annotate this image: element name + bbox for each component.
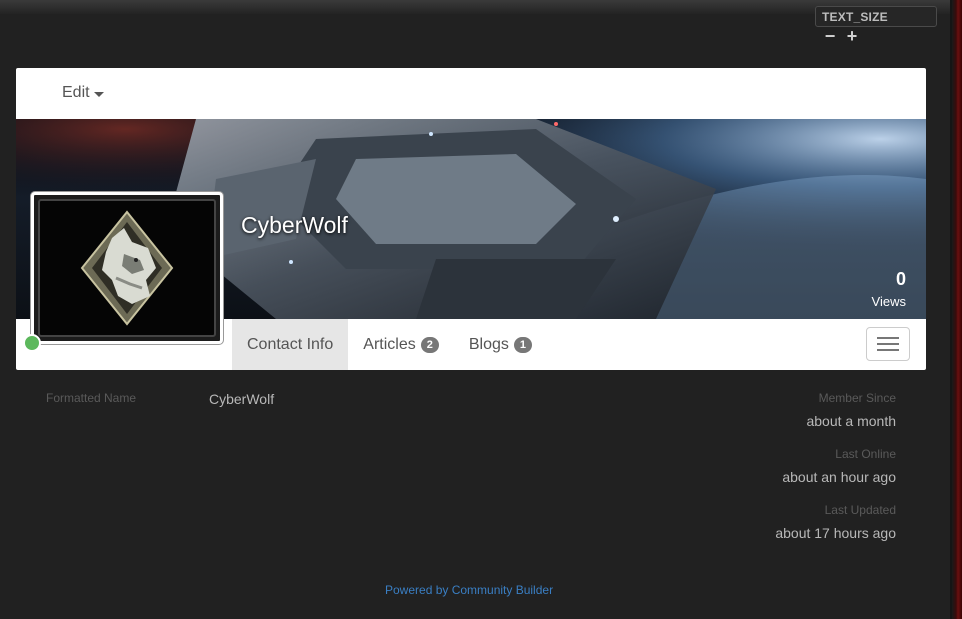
- avatar-image: [38, 199, 216, 337]
- tab-label: Blogs: [468, 335, 509, 353]
- hamburger-icon-bar: [877, 349, 899, 351]
- profile-tabs: Contact Info Articles 2 Blogs 1: [232, 319, 547, 370]
- articles-count-badge: 2: [420, 336, 439, 353]
- text-size-controls: − +: [823, 27, 859, 45]
- hamburger-icon-bar: [877, 337, 899, 339]
- views-label: Views: [871, 294, 906, 309]
- tab-label: Articles: [363, 335, 416, 353]
- decrease-text-size-button[interactable]: −: [823, 27, 837, 45]
- tab-label: Contact Info: [247, 335, 334, 353]
- formatted-name-value: CyberWolf: [209, 391, 275, 407]
- tab-articles[interactable]: Articles 2: [348, 319, 454, 370]
- powered-by-link[interactable]: Powered by Community Builder: [385, 583, 553, 597]
- right-edge-decoration: [952, 0, 962, 619]
- text-size-label: TEXT_SIZE: [815, 6, 937, 27]
- formatted-name-label: Formatted Name: [46, 391, 137, 405]
- profile-card: Edit CyberWolf 0 Views Contact Info Arti…: [16, 68, 926, 370]
- profile-username: CyberWolf: [241, 212, 348, 238]
- tab-blogs[interactable]: Blogs 1: [454, 319, 547, 370]
- member-since-label: Member Since: [818, 391, 896, 405]
- hamburger-icon-bar: [877, 343, 899, 345]
- member-since-value: about a month: [806, 413, 896, 429]
- views-count: 0: [895, 269, 906, 289]
- online-status-indicator: [23, 334, 41, 352]
- last-updated-value: about 17 hours ago: [775, 525, 896, 541]
- tab-contact-info[interactable]: Contact Info: [232, 319, 349, 370]
- avatar[interactable]: [31, 192, 223, 344]
- wolf-emblem-icon: [80, 210, 174, 326]
- edit-label: Edit: [62, 84, 90, 101]
- last-updated-label: Last Updated: [824, 503, 896, 517]
- increase-text-size-button[interactable]: +: [845, 27, 859, 45]
- last-online-label: Last Online: [835, 447, 896, 461]
- edit-dropdown-button[interactable]: Edit: [62, 84, 104, 102]
- last-online-value: about an hour ago: [782, 469, 896, 485]
- menu-toggle-button[interactable]: [866, 327, 910, 361]
- caret-down-icon: [93, 91, 104, 97]
- profile-page: TEXT_SIZE − + Edit CyberWolf 0 Views Con…: [0, 0, 962, 619]
- blogs-count-badge: 1: [513, 336, 533, 353]
